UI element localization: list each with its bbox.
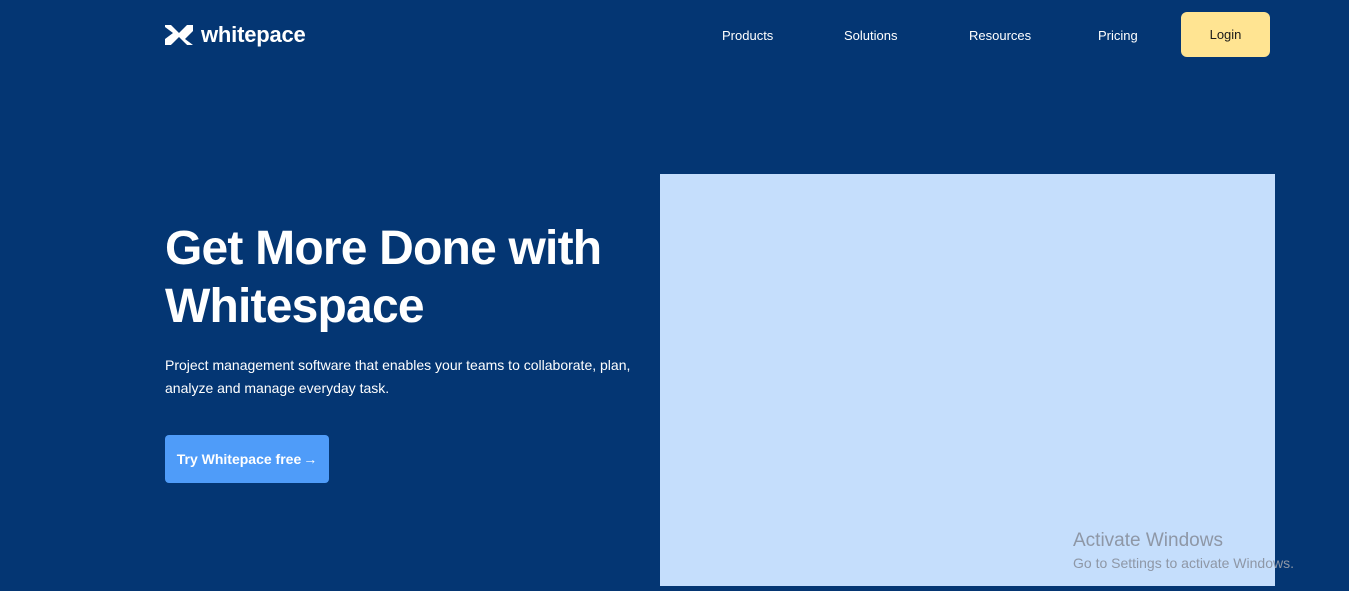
watermark-subtitle: Go to Settings to activate Windows. (1073, 555, 1294, 571)
nav-item-pricing[interactable]: Pricing (1098, 28, 1138, 43)
arrow-right-icon: → (303, 451, 318, 467)
try-free-button[interactable]: Try Whitepace free → (165, 435, 329, 483)
landing-page: whitepace Products Solutions Resources P… (0, 0, 1349, 591)
hero-subtitle: Project management software that enables… (165, 357, 631, 396)
hero-title: Get More Done with Whitespace (165, 222, 602, 333)
nav-item-resources[interactable]: Resources (969, 28, 1031, 43)
nav-item-products[interactable]: Products (722, 28, 773, 43)
login-button[interactable]: Login (1181, 12, 1270, 57)
windows-activation-watermark: Activate Windows Go to Settings to activ… (1073, 530, 1294, 573)
try-free-label: Try Whitepace free (176, 451, 302, 467)
hero-image-placeholder (660, 174, 1275, 586)
watermark-title: Activate Windows (1073, 530, 1223, 551)
main-nav: Products Solutions Resources Pricing (0, 28, 1349, 48)
nav-item-solutions[interactable]: Solutions (844, 28, 897, 43)
